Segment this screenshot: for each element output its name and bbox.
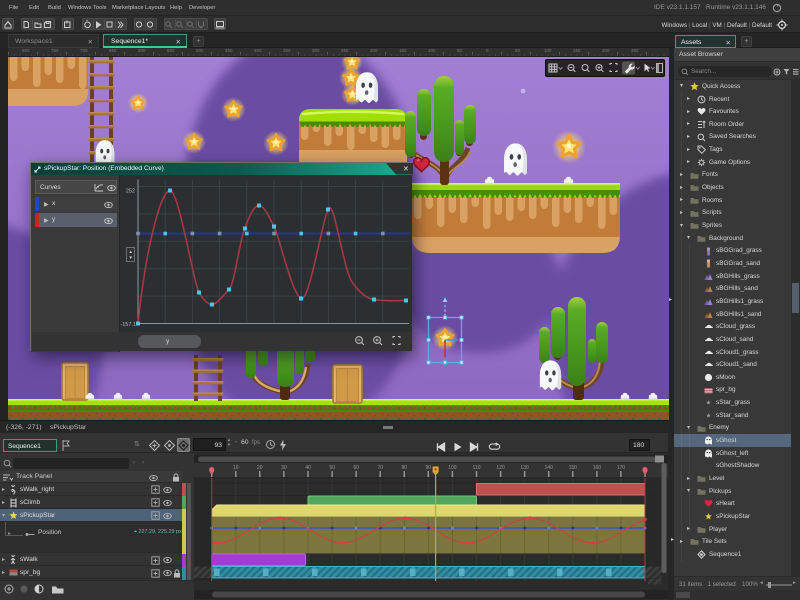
svg-text:70: 70 <box>377 465 383 471</box>
svg-text:40: 40 <box>305 465 311 471</box>
svg-text:60: 60 <box>353 465 359 471</box>
svg-text:110: 110 <box>473 465 481 471</box>
svg-text:-157.1: -157.1 <box>120 322 136 328</box>
svg-text:90: 90 <box>426 465 432 471</box>
svg-text:170: 170 <box>617 465 626 471</box>
svg-text:252: 252 <box>126 188 135 194</box>
svg-text:30: 30 <box>281 465 287 471</box>
svg-text:20: 20 <box>257 465 263 471</box>
svg-text:160: 160 <box>593 465 602 471</box>
svg-text:130: 130 <box>520 465 529 471</box>
svg-text:140: 140 <box>545 465 554 471</box>
svg-text:100: 100 <box>448 465 457 471</box>
svg-text:150: 150 <box>569 465 578 471</box>
svg-text:120: 120 <box>496 465 505 471</box>
svg-text:80: 80 <box>402 465 408 471</box>
svg-text:50: 50 <box>329 465 335 471</box>
svg-text:10: 10 <box>233 465 239 471</box>
